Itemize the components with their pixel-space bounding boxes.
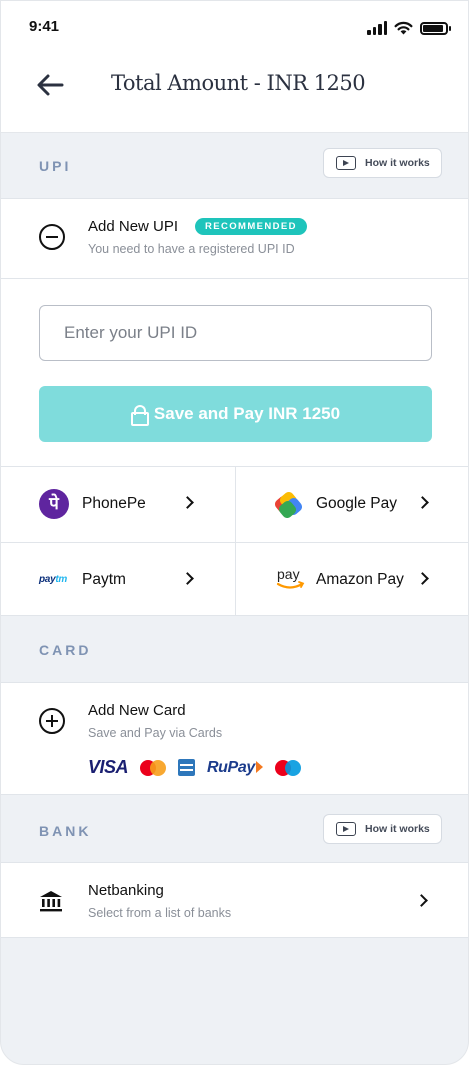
add-card-row[interactable]: Add New Card Save and Pay via Cards VISA…: [1, 683, 468, 795]
upi-app-name: Google Pay: [316, 495, 397, 512]
battery-icon: [420, 22, 451, 35]
add-card-subtitle: Save and Pay via Cards: [88, 726, 223, 740]
bank-how-it-works-button[interactable]: How it works: [323, 814, 442, 844]
status-bar: 9:41: [1, 1, 468, 51]
upi-section-header: UPI How it works: [1, 133, 468, 199]
bank-section-label: BANK: [39, 823, 92, 839]
netbanking-subtitle: Select from a list of banks: [88, 906, 232, 920]
lock-icon: [130, 405, 149, 426]
upi-entry-area: Save and Pay INR 1250: [1, 279, 468, 466]
back-arrow-icon[interactable]: [34, 69, 66, 101]
payment-screen: 9:41 Total Amount - INR 1250 UPI How it …: [0, 0, 469, 1065]
add-card-title: Add New Card: [88, 702, 186, 719]
upi-app-amazon-pay[interactable]: pay Amazon Pay: [236, 543, 468, 618]
svg-text:pay: pay: [277, 566, 300, 582]
status-icons: [367, 21, 451, 35]
chevron-right-icon: [181, 496, 194, 509]
collapse-minus-icon[interactable]: [39, 224, 65, 250]
save-and-pay-label: Save and Pay INR 1250: [153, 404, 341, 423]
card-brands: VISA RuPay: [88, 757, 301, 778]
amex-logo-icon: [178, 759, 196, 776]
chevron-right-icon: [416, 572, 429, 585]
google-pay-logo-icon: [274, 491, 303, 518]
mastercard-logo-icon: [140, 759, 167, 776]
maestro-logo-icon: [274, 759, 301, 776]
how-it-works-label: How it works: [365, 157, 430, 169]
upi-app-paytm[interactable]: paytm Paytm: [1, 543, 235, 618]
add-upi-subtitle: You need to have a registered UPI ID: [88, 242, 295, 256]
paytm-logo-icon: paytm: [39, 574, 67, 585]
save-and-pay-button[interactable]: Save and Pay INR 1250: [39, 386, 432, 442]
visa-logo-icon: VISA: [88, 757, 129, 777]
card-section-header: CARD: [1, 616, 468, 683]
phonepe-logo-icon: पे: [39, 489, 69, 519]
play-icon: [336, 156, 356, 170]
card-section-label: CARD: [39, 642, 92, 658]
recommended-badge: RECOMMENDED: [195, 218, 307, 235]
upi-app-name: Amazon Pay: [316, 571, 404, 588]
chevron-right-icon: [415, 894, 428, 907]
upi-apps-grid: पे PhonePe Google Pay paytm Paytm pay Am…: [1, 466, 468, 618]
how-it-works-label: How it works: [365, 823, 430, 835]
upi-id-input[interactable]: [39, 305, 432, 361]
upi-app-google-pay[interactable]: Google Pay: [236, 467, 468, 542]
status-time: 9:41: [29, 18, 60, 35]
wifi-icon: [394, 21, 413, 35]
add-upi-row[interactable]: Add New UPI RECOMMENDED You need to have…: [1, 199, 468, 279]
upi-app-name: Paytm: [82, 571, 126, 588]
signal-icon: [367, 21, 387, 35]
bank-building-icon: [40, 891, 62, 912]
netbanking-row[interactable]: Netbanking Select from a list of banks: [1, 863, 468, 938]
bank-section-header: BANK How it works: [1, 795, 468, 863]
page-title: Total Amount - INR 1250: [111, 71, 366, 95]
netbanking-title: Netbanking: [88, 882, 164, 899]
add-plus-icon[interactable]: [39, 708, 65, 734]
upi-app-phonepe[interactable]: पे PhonePe: [1, 467, 235, 542]
chevron-right-icon: [416, 496, 429, 509]
app-header: Total Amount - INR 1250: [1, 51, 468, 133]
play-icon: [336, 822, 356, 836]
upi-how-it-works-button[interactable]: How it works: [323, 148, 442, 178]
upi-app-name: PhonePe: [82, 495, 146, 512]
chevron-right-icon: [181, 572, 194, 585]
rupay-logo-icon: RuPay: [207, 759, 263, 777]
upi-section-label: UPI: [39, 158, 72, 174]
amazon-pay-logo-icon: pay: [276, 566, 305, 589]
add-upi-title: Add New UPI: [88, 218, 179, 235]
